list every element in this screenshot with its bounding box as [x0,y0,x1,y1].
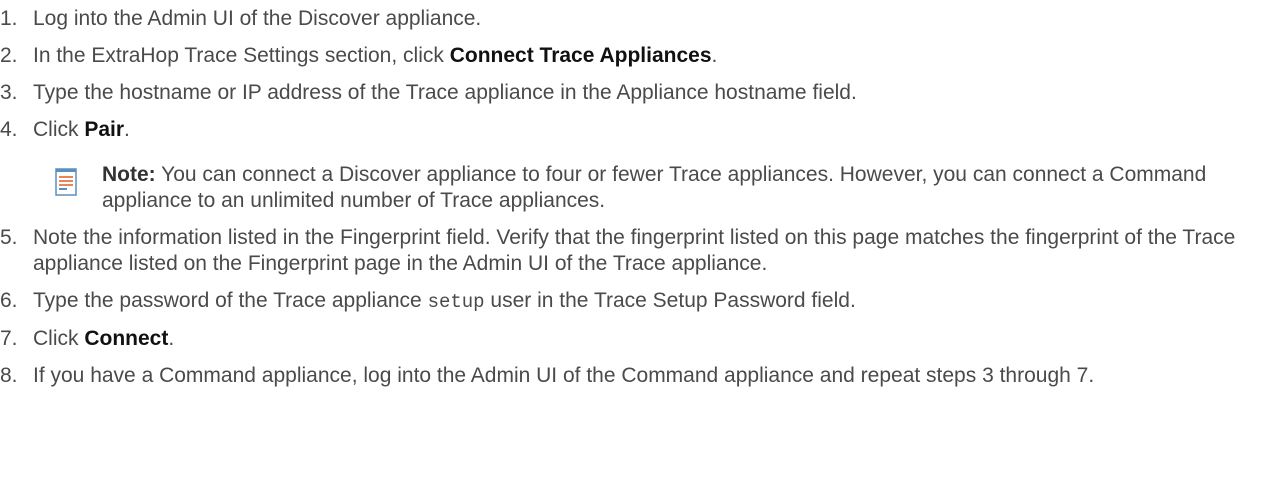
code-setup: setup [427,291,485,313]
step-text: Type the password of the Trace appliance… [33,289,856,313]
step-1: 1. Log into the Admin UI of the Discover… [0,6,1285,32]
step-6: 6. Type the password of the Trace applia… [0,288,1285,315]
step-text: In the ExtraHop Trace Settings section, … [33,44,718,67]
step-number: 3. [0,81,18,104]
step-number: 1. [0,7,18,30]
step-3: 3. Type the hostname or IP address of th… [0,80,1285,106]
step-2: 2. In the ExtraHop Trace Settings sectio… [0,43,1285,69]
step-number: 8. [0,364,18,387]
ui-label-connect: Connect [84,327,169,350]
note-callout: Note: You can connect a Discover applian… [0,162,1285,214]
step-7: 7. Click Connect. [0,326,1285,352]
step-text: If you have a Command appliance, log int… [33,364,1095,387]
step-8: 8. If you have a Command appliance, log … [0,363,1285,389]
note-text: You can connect a Discover appliance to … [102,163,1207,212]
step-4: 4. Click Pair. [0,117,1285,143]
step-text: Log into the Admin UI of the Discover ap… [33,7,482,30]
ui-label-pair: Pair [84,118,125,141]
step-number: 2. [0,44,18,67]
step-text: Note the information listed in the Finge… [33,226,1236,275]
ui-label-connect-trace-appliances: Connect Trace Appliances [449,44,712,67]
step-number: 6. [0,289,18,312]
note-label: Note: [102,163,156,186]
step-number: 7. [0,327,18,350]
step-number: 4. [0,118,18,141]
step-5: 5. Note the information listed in the Fi… [0,225,1285,277]
step-text: Click Connect. [33,327,175,350]
step-number: 5. [0,226,18,249]
procedure-steps: 1. Log into the Admin UI of the Discover… [0,0,1285,389]
note-icon [55,168,77,196]
step-text: Click Pair. [33,118,130,141]
step-text: Type the hostname or IP address of the T… [33,81,857,104]
